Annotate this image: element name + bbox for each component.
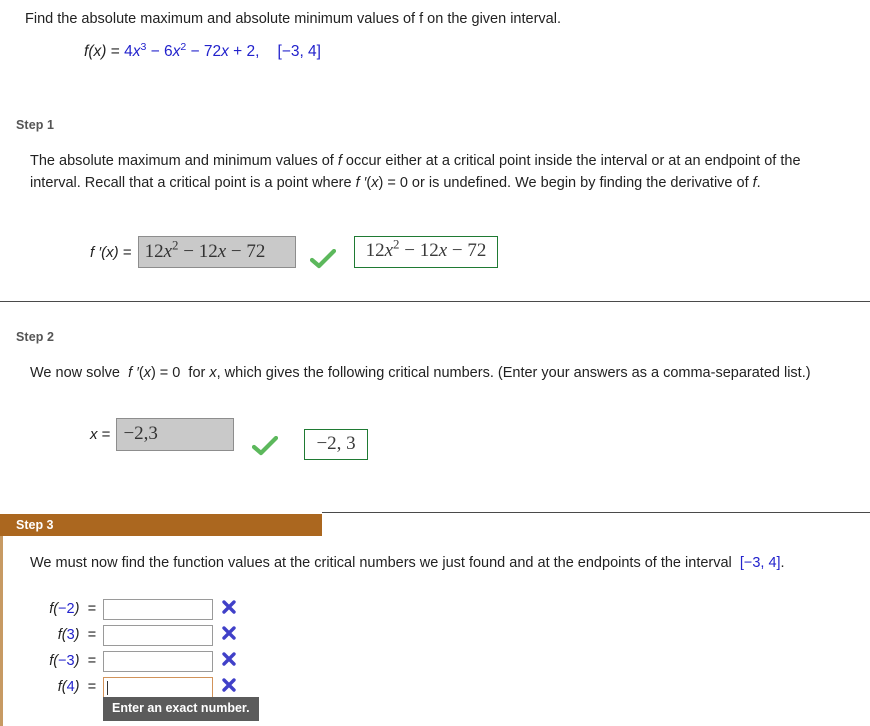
problem-equation: f(x) = 4x3 − 6x2 − 72x + 2, [−3, 4]	[84, 40, 321, 61]
function-value-input-f-4[interactable]	[103, 676, 213, 698]
step-2-answer-row: x = −2,3 −2, 3	[90, 418, 368, 461]
step-2-correct-answer: −2, 3	[304, 428, 368, 461]
equation-interval: [−3, 4]	[277, 43, 321, 60]
function-value-input-f-neg3[interactable]	[103, 650, 213, 672]
function-value-input-f-3[interactable]	[103, 624, 213, 646]
step-1-label: Step 1	[16, 118, 55, 132]
section-divider-1	[0, 301, 870, 302]
step-1-answer-input[interactable]: 12x2 − 12x − 72	[137, 236, 296, 268]
input-validation-tooltip: Enter an exact number.	[103, 697, 259, 721]
function-value-row: f(4) =	[22, 675, 237, 699]
function-value-label: f(−3) =	[49, 653, 96, 669]
function-value-label: f(3) =	[57, 627, 96, 643]
function-value-input-f-neg2[interactable]	[103, 598, 213, 620]
step-1-body: The absolute maximum and minimum values …	[30, 153, 801, 191]
step-1-correct-answer: 12x2 − 12x − 72	[353, 236, 499, 268]
step-2-answer-input[interactable]: −2,3	[116, 418, 235, 451]
function-value-label: f(4) =	[57, 679, 96, 695]
problem-prompt: Find the absolute maximum and absolute m…	[25, 11, 561, 27]
equation-expression: 4x3 − 6x2 − 72x + 2,	[124, 40, 260, 60]
step-1-answer-row: f ′(x) = 12x2 − 12x − 72 12x2 − 12x − 72	[90, 236, 499, 269]
step-3-header: Step 3	[0, 514, 322, 536]
function-value-row: f(3) =	[22, 623, 237, 647]
step-2-answer-value: −2,3	[123, 423, 158, 444]
equation-paren-x: (x)	[88, 43, 107, 60]
check-icon	[309, 248, 336, 273]
x-icon	[221, 599, 237, 619]
step-3-body: We must now find the function values at …	[30, 555, 785, 571]
x-icon	[221, 651, 237, 671]
function-value-row: f(−2) =	[22, 597, 237, 621]
function-value-row: f(−3) =	[22, 649, 237, 673]
section-divider-2	[322, 512, 870, 513]
x-icon	[221, 625, 237, 645]
step-1-answer-prefix: f ′(x) =	[90, 243, 132, 261]
step-3-accent-border	[0, 536, 3, 726]
step-2-label: Step 2	[16, 330, 55, 344]
step-2-answer-prefix: x =	[90, 426, 111, 443]
equation-equals: =	[110, 43, 120, 60]
function-value-label: f(−2) =	[49, 601, 96, 617]
step-3-label: Step 3	[16, 518, 54, 532]
x-icon	[221, 677, 237, 697]
function-values-list: f(−2) = f(3) = f(−3) = f(4) =	[22, 597, 237, 701]
step-1-answer-value: 12x2 − 12x − 72	[144, 237, 266, 262]
step-2-body: We now solve f ′(x) = 0 for x, which giv…	[30, 365, 811, 381]
check-icon	[252, 435, 279, 460]
